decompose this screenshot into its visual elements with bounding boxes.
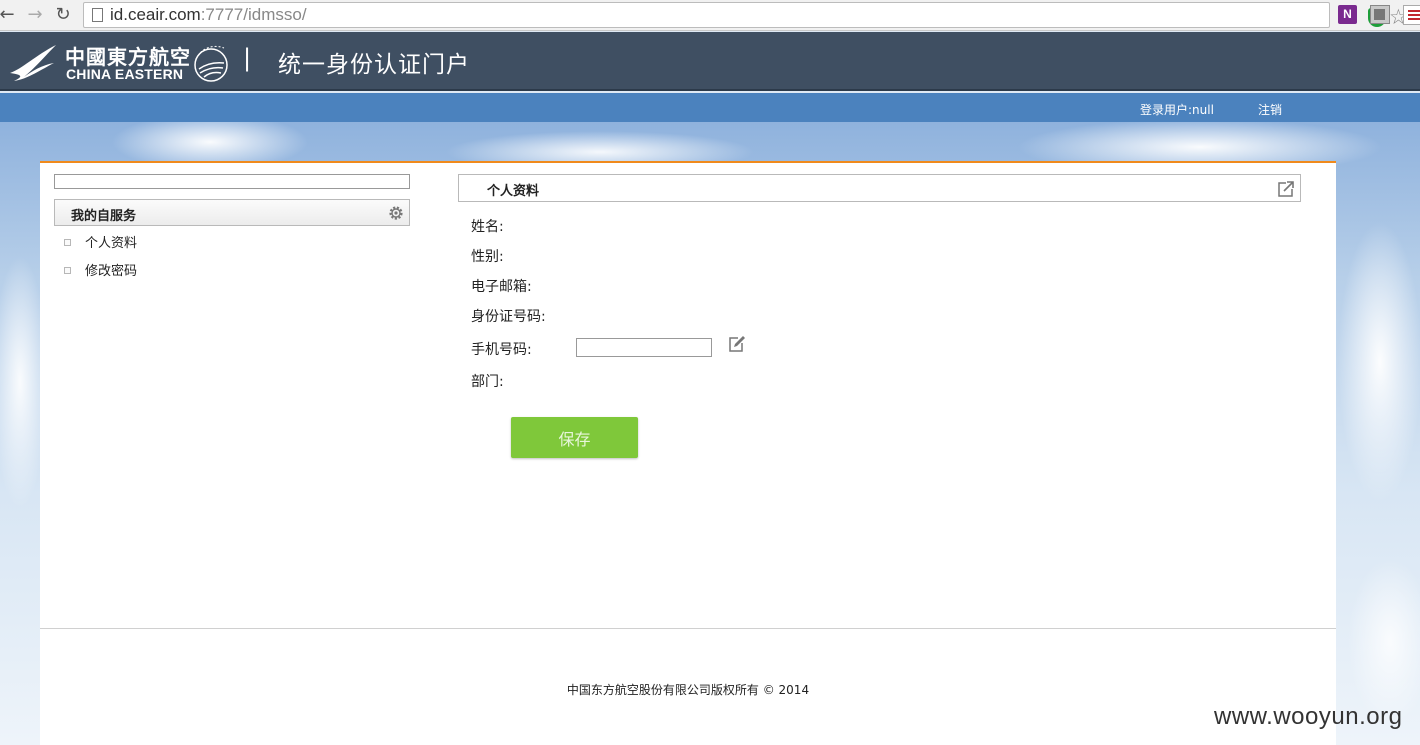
back-arrow-icon[interactable]: ← xyxy=(0,3,18,27)
login-user-label: 登录用户:null xyxy=(1140,103,1214,117)
department-label: 部门: xyxy=(471,374,504,390)
page-icon xyxy=(92,8,103,22)
footer-divider xyxy=(40,628,1336,629)
reader-extension-icon[interactable] xyxy=(1370,5,1390,24)
email-label: 电子邮箱: xyxy=(471,279,532,295)
reload-icon[interactable]: ↻ xyxy=(52,3,74,27)
bullet-icon xyxy=(64,239,71,246)
edit-icon[interactable] xyxy=(729,335,746,352)
sidebar-title: 我的自服务 xyxy=(71,209,137,224)
popout-icon[interactable] xyxy=(1278,180,1295,197)
copyright-text: 中国东方航空股份有限公司版权所有 © 2014 xyxy=(566,683,810,697)
id-number-label: 身份证号码: xyxy=(471,309,546,325)
site-header: 中國東方航空 CHINA EASTERN | 统一身份认证门户 xyxy=(0,32,1420,91)
name-label: 姓名: xyxy=(471,219,504,235)
browser-toolbar: ← → ↻ id.ceair.com:7777/idmsso/ T ☆ N xyxy=(0,0,1420,31)
browser-menu-icon[interactable] xyxy=(1403,5,1420,25)
gender-label: 性别: xyxy=(471,249,504,265)
sidebar-item-label: 修改密码 xyxy=(85,264,138,279)
sidebar-menu: 个人资料 修改密码 xyxy=(60,233,137,289)
onenote-extension-icon[interactable]: N xyxy=(1338,5,1357,24)
watermark-text: www.wooyun.org xyxy=(1214,703,1403,730)
phone-input[interactable] xyxy=(576,338,712,357)
content-header: 个人资料 xyxy=(458,174,1301,202)
user-bar: 登录用户:null 注销 xyxy=(0,93,1420,122)
bullet-icon xyxy=(64,267,71,274)
sidebar-header: 我的自服务 xyxy=(54,199,410,226)
save-button[interactable]: 保存 xyxy=(511,417,638,458)
address-bar[interactable]: id.ceair.com:7777/idmsso/ T ☆ xyxy=(83,2,1408,29)
sidebar-item-change-password[interactable]: 修改密码 xyxy=(60,261,137,289)
logo-english-text: CHINA EASTERN xyxy=(66,66,184,82)
portal-title: 统一身份认证门户 xyxy=(278,52,470,78)
sidebar-item-label: 个人资料 xyxy=(85,236,138,251)
url-path: :7777/idmsso/ xyxy=(200,5,307,24)
phone-label: 手机号码: xyxy=(471,342,532,358)
forward-arrow-icon[interactable]: → xyxy=(24,3,46,27)
sidebar-top-bar xyxy=(54,174,410,189)
main-panel: 我的自服务 个人资料 修改密码 个人资料 姓名: 性别: 电子邮箱: 身份证号码… xyxy=(40,161,1336,745)
content-title: 个人资料 xyxy=(487,184,540,199)
logout-link[interactable]: 注销 xyxy=(1258,101,1282,118)
url-host: id.ceair.com xyxy=(110,5,201,24)
gear-icon[interactable] xyxy=(387,204,405,222)
sidebar-item-profile[interactable]: 个人资料 xyxy=(60,233,137,261)
china-eastern-swallow-logo-icon xyxy=(10,45,56,81)
header-separator: | xyxy=(243,44,252,72)
skyteam-logo-icon xyxy=(194,45,228,82)
url-text[interactable]: id.ceair.com:7777/idmsso/ xyxy=(110,5,307,25)
